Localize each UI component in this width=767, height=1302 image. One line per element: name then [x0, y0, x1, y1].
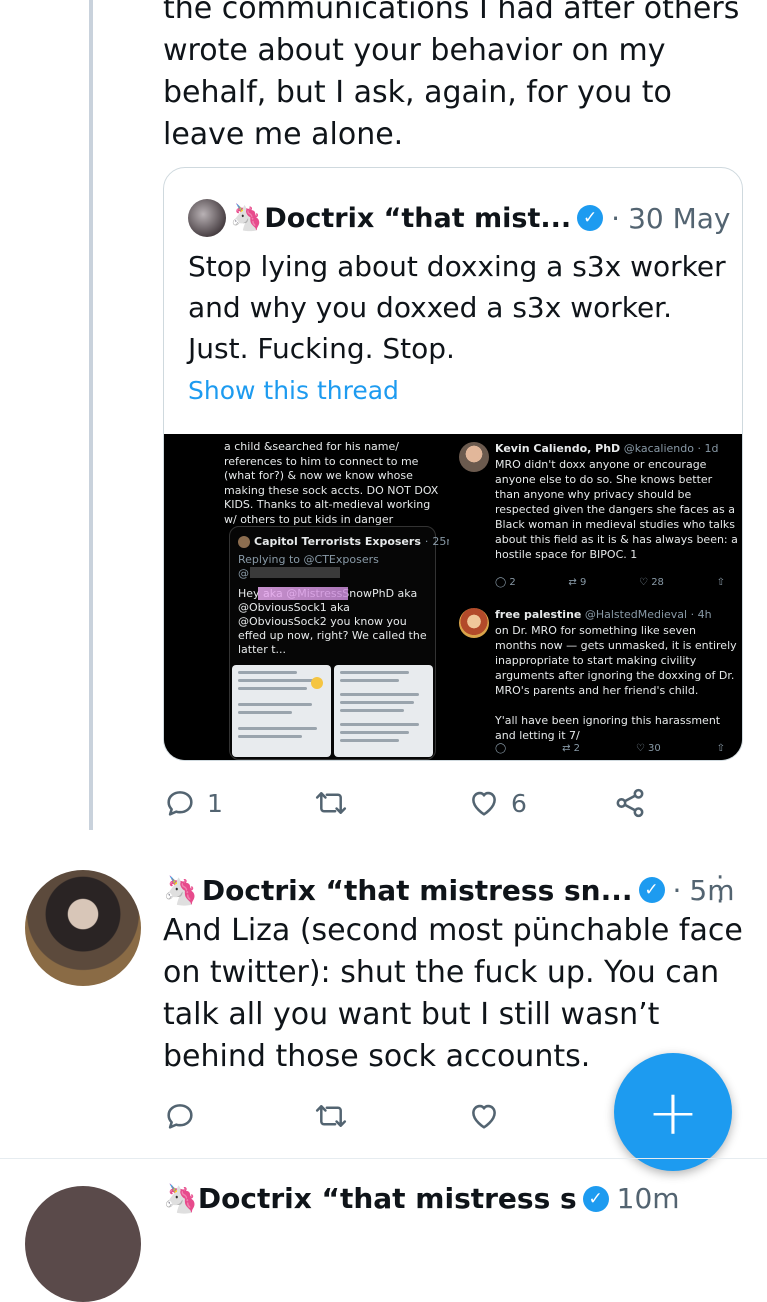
- screenshot-handle: @kacaliendo · 1d: [623, 442, 719, 455]
- media-image-2[interactable]: Kevin Caliendo, PhD @kacaliendo · 1d MRO…: [455, 434, 742, 594]
- name-emoji: 🦄: [163, 1182, 198, 1215]
- embedded-screenshots: [230, 663, 435, 759]
- separator-dot: ·: [611, 201, 621, 235]
- author-name[interactable]: Doctrix “that mistress s: [198, 1182, 577, 1215]
- reply-button[interactable]: 1: [163, 786, 223, 820]
- name-emoji: 🦄: [230, 203, 263, 233]
- screenshot-thumbnail: [334, 665, 433, 757]
- screenshot-thumbnail: [232, 665, 331, 757]
- like-count: 28: [651, 577, 664, 588]
- reply-icon: ◯ 2: [495, 577, 516, 588]
- tweet-header: 🦄 Doctrix “that mistress sn... ✓ · 5m: [163, 870, 735, 910]
- redaction-bar: [250, 567, 340, 578]
- share-icon: [616, 788, 644, 818]
- reply-icon: [167, 1104, 193, 1129]
- reply-count: 2: [509, 577, 516, 588]
- media-image-1[interactable]: a child &searched for his name/ referenc…: [164, 434, 449, 760]
- share-icon: ⇧: [716, 743, 725, 754]
- share-icon: ⇧: [716, 577, 725, 588]
- avatar: [459, 442, 489, 472]
- retweet-icon: [315, 792, 347, 814]
- like-icon: ♡ 30: [635, 743, 661, 754]
- screenshot-actions: ◯ 2 ⇄ 9 ♡ 28 ⇧: [495, 577, 725, 588]
- embedded-author-name: Capitol Terrorists Exposers: [254, 535, 421, 548]
- tweet-actions: 1 6: [163, 782, 663, 822]
- tweet-divider: [0, 1158, 767, 1159]
- avatar: [238, 535, 250, 548]
- verified-icon: ✓: [577, 205, 604, 231]
- like-icon: [472, 791, 496, 816]
- media-image-3[interactable]: free palestine @HalstedMedieval · 4h on …: [455, 600, 742, 760]
- compose-button[interactable]: +: [614, 1053, 732, 1171]
- quoted-tweet-card[interactable]: 🦄 Doctrix “that mist... ✓ · 30 May Stop …: [163, 167, 743, 761]
- quoted-tweet-text: Stop lying about doxxing a s3x worker an…: [188, 250, 726, 365]
- avatar[interactable]: [25, 1186, 141, 1302]
- retweet-button[interactable]: [313, 1099, 349, 1133]
- verified-icon: ✓: [638, 877, 665, 903]
- screenshot-tweet-header: free palestine @HalstedMedieval · 4h: [495, 608, 712, 621]
- reply-icon: [167, 791, 193, 816]
- author-name[interactable]: Doctrix “that mist...: [264, 203, 571, 234]
- compose-icon: +: [647, 1075, 699, 1149]
- avatar: [459, 608, 489, 638]
- embedded-tweet-card: Capitol Terrorists Exposers · 25m Replyi…: [229, 526, 449, 760]
- reply-icon: ◯: [495, 743, 507, 754]
- screenshot-actions: ◯ ⇄ 2 ♡ 30 ⇧: [495, 743, 725, 754]
- like-button[interactable]: [467, 1099, 501, 1133]
- screenshot-text: a child &searched for his name/ referenc…: [224, 440, 439, 526]
- replying-to-line: Replying to @CTExposers: [238, 553, 379, 566]
- timestamp[interactable]: 5m: [689, 874, 734, 907]
- redaction-scribble: [258, 587, 348, 600]
- screenshot-tweet-header: Kevin Caliendo, PhD @kacaliendo · 1d: [495, 442, 718, 455]
- media-grid[interactable]: a child &searched for his name/ referenc…: [164, 434, 742, 760]
- tweet-text: And Liza (second most pünchable face on …: [163, 913, 743, 1074]
- reply-button[interactable]: [163, 1099, 197, 1133]
- reply-count: 1: [207, 788, 223, 818]
- like-count: 6: [511, 788, 527, 818]
- retweet-icon: [315, 1105, 347, 1127]
- verified-icon: ✓: [582, 1185, 609, 1212]
- thread-connector-line: [89, 0, 93, 830]
- retweet-icon: ⇄ 9: [568, 577, 587, 588]
- more-icon[interactable]: · · ·: [716, 865, 724, 915]
- embedded-time: 25m: [432, 535, 449, 548]
- show-thread-link[interactable]: Show this thread: [188, 376, 399, 405]
- retweet-count: 2: [573, 743, 580, 754]
- like-icon: [472, 1104, 496, 1129]
- retweet-count: 9: [579, 577, 587, 588]
- embedded-tweet-header: Capitol Terrorists Exposers · 25m: [238, 535, 449, 548]
- share-button[interactable]: [613, 786, 647, 820]
- like-count: 30: [648, 743, 661, 754]
- timestamp[interactable]: 30 May: [628, 202, 730, 235]
- screenshot-author-name: Kevin Caliendo, PhD: [495, 442, 621, 455]
- author-name[interactable]: Doctrix “that mistress sn...: [202, 874, 633, 907]
- screenshot-author-name: free palestine: [495, 608, 582, 621]
- retweet-button[interactable]: [313, 786, 349, 820]
- quoted-tweet-header: 🦄 Doctrix “that mist... ✓ · 30 May: [188, 198, 731, 238]
- tweet-header: 🦄 Doctrix “that mistress s ✓ 10m: [163, 1182, 680, 1215]
- timestamp[interactable]: 10m: [617, 1182, 680, 1215]
- tweet-actions: [163, 1095, 563, 1135]
- screenshot-handle: @HalstedMedieval · 4h: [584, 608, 712, 621]
- avatar[interactable]: [188, 199, 226, 237]
- avatar[interactable]: [25, 870, 141, 986]
- separator-dot: ·: [672, 873, 682, 907]
- tweet-text: the communications I had after others wr…: [163, 0, 740, 152]
- like-icon: ♡ 28: [639, 577, 664, 588]
- screenshot-tweet-text: on Dr. MRO for something like seven mont…: [495, 624, 737, 742]
- screenshot-tweet-text: MRO didn't doxx anyone or encourage anyo…: [495, 458, 738, 561]
- like-button[interactable]: 6: [467, 786, 527, 820]
- name-emoji: 🦄: [163, 873, 198, 907]
- retweet-icon: ⇄ 2: [562, 743, 580, 754]
